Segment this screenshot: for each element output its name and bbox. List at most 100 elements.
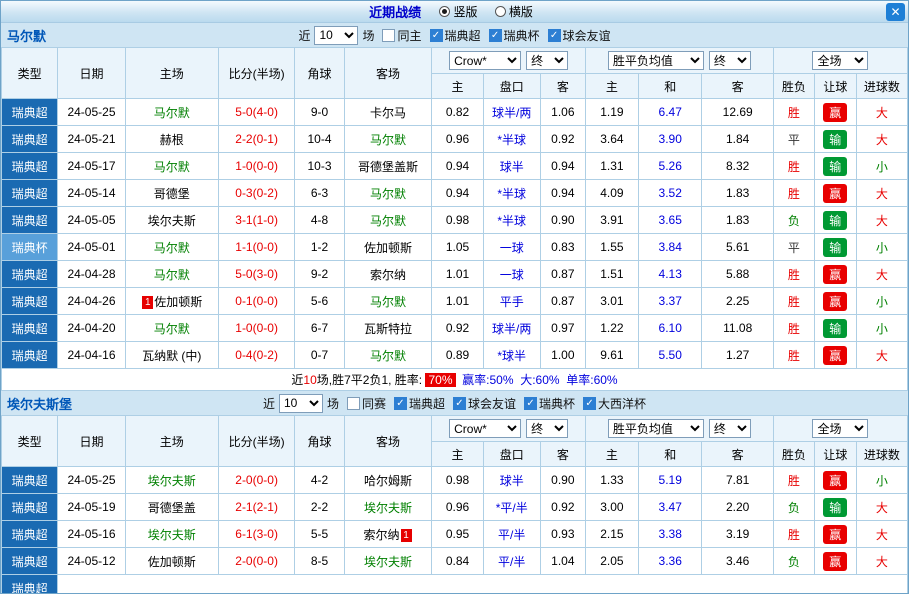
match-row: 瑞典超 24-05-19 哥德堡盖 2-1(2-1) 2-2 埃尔夫斯 0.96… [2,494,908,521]
filter-option[interactable]: 大西洋杯 [583,395,646,412]
date-cell: 24-05-17 [58,153,125,180]
summary-count: 10 [303,373,316,387]
match-count-select[interactable]: 10 [279,394,323,413]
checkbox-icon[interactable] [489,29,502,42]
handicap-result-badge: 输 [823,157,847,176]
checkbox-icon[interactable] [453,397,466,410]
away-team-cell: 埃尔夫斯 [344,494,432,521]
fullmatch-select[interactable]: 全场 [812,51,868,70]
checkbox-icon[interactable] [583,397,596,410]
checkbox-icon[interactable] [394,397,407,410]
score-cell: 2-2(0-1) [218,126,295,153]
checkbox-icon[interactable] [524,397,537,410]
match-row: 瑞典超 24-05-25 马尔默 5-0(4-0) 9-0 卡尔马 0.82 球… [2,99,908,126]
checkbox-icon[interactable] [430,29,443,42]
red-card-icon: 1 [142,296,153,309]
filter-option-label: 瑞典杯 [539,395,575,412]
subheader-cell: 和 [639,74,702,99]
filter-option[interactable]: 同主 [382,27,421,44]
result-cell: 负 [773,548,814,575]
col-home: 主场 [125,416,218,467]
avg-select[interactable]: 胜平负均值 [608,51,704,70]
close-icon[interactable]: ✕ [886,3,905,21]
team-label: 马尔默 [154,268,190,282]
match-row: 瑞典杯 24-05-01 马尔默 1-1(0-0) 1-2 佐加顿斯 1.05 … [2,234,908,261]
filter-option[interactable]: 球会友谊 [548,27,611,44]
handicap-result-badge: 输 [823,130,847,149]
bookmaker-final-select[interactable]: 终 [526,51,568,70]
bookmaker-header-cell: Crow* 终 [432,48,585,74]
filter-option[interactable]: 瑞典超 [430,27,481,44]
checkbox-icon[interactable] [347,397,360,410]
summary-stat: 赢率:50% [462,373,513,387]
bookmaker-select[interactable]: Crow* [449,51,521,70]
titlebar-center: 近期战绩 竖版 横版 [369,2,540,21]
handicap-result-badge: 输 [823,498,847,517]
handicap-result-badge: 输 [823,211,847,230]
bookmaker-select[interactable]: Crow* [449,419,521,438]
avg-select[interactable]: 胜平负均值 [608,419,704,438]
avg-win-cell: 1.19 [585,99,638,126]
subheader-cell: 客 [702,442,774,467]
handicap-result-cell: 输 [814,315,856,342]
result-cell: 胜 [773,261,814,288]
subheader-cell: 胜负 [773,74,814,99]
summary-row: 近10场,胜7平2负1, 胜率: 70% 赢率:50% 大:60% 单率:60% [2,369,908,391]
filter-option[interactable]: 同赛 [347,395,386,412]
col-away: 客场 [344,48,432,99]
filter-option[interactable]: 球会友谊 [453,395,516,412]
games-label: 场 [362,27,374,44]
col-away: 客场 [344,416,432,467]
sections-container: 马尔默 近 10 场 同主瑞典超瑞典杯球会友谊 类型 日期 主场 比分(半场) … [1,23,908,594]
team-label: 马尔默 [370,133,406,147]
league-cell: 瑞典超 [2,521,58,548]
avg-lose-cell: 1.83 [702,180,774,207]
match-count-select[interactable]: 10 [314,26,358,45]
avg-final-select[interactable]: 终 [709,51,751,70]
filter-option[interactable]: 瑞典杯 [524,395,575,412]
odds-home-cell: 0.89 [432,342,483,369]
avg-final-select[interactable]: 终 [709,419,751,438]
avg-win-cell: 3.64 [585,126,638,153]
team-label: 马尔默 [370,349,406,363]
radio-horizontal-layout[interactable]: 横版 [495,3,533,20]
league-cell: 瑞典超 [2,548,58,575]
match-row: 瑞典超 24-04-26 1佐加顿斯 0-1(0-0) 5-6 马尔默 1.01… [2,288,908,315]
checkbox-icon[interactable] [382,29,395,42]
handicap-result-cell: 赢 [814,342,856,369]
checkbox-icon[interactable] [548,29,561,42]
date-cell: 24-05-14 [58,180,125,207]
away-team-cell: 索尔纳1 [344,521,432,548]
odds-away-cell: 0.92 [540,126,585,153]
odds-away-cell: 0.90 [540,467,585,494]
avg-draw-cell: 3.84 [639,234,702,261]
filter-bar: 近 10 场 同赛瑞典超球会友谊瑞典杯大西洋杯 [107,394,802,413]
fullmatch-select[interactable]: 全场 [812,419,868,438]
radio-unselected-icon[interactable] [495,6,506,17]
filter-option-label: 瑞典杯 [504,27,540,44]
bookmaker-final-select[interactable]: 终 [526,419,568,438]
subheader-cell: 盘口 [483,442,540,467]
handicap-result-cell: 赢 [814,261,856,288]
handicap-result-badge: 赢 [823,552,847,571]
avg-win-cell: 1.55 [585,234,638,261]
handicap-result-badge: 赢 [823,292,847,311]
league-cell: 瑞典超 [2,467,58,494]
team-label: 赫根 [160,133,184,147]
result-cell: 胜 [773,153,814,180]
filter-option[interactable]: 瑞典超 [394,395,445,412]
team-label: 埃尔夫斯 [148,474,196,488]
subheader-cell: 让球 [814,74,856,99]
handicap-result-cell: 输 [814,207,856,234]
near-label: 近 [263,395,275,412]
radio-selected-icon[interactable] [439,6,450,17]
radio-vertical-layout[interactable]: 竖版 [439,3,477,20]
filter-option[interactable]: 瑞典杯 [489,27,540,44]
subheader-cell: 客 [702,74,774,99]
corners-cell: 10-4 [295,126,344,153]
away-team-cell: 瓦斯特拉 [344,315,432,342]
odds-away-cell: 0.97 [540,315,585,342]
score-cell: 2-0(0-0) [218,548,295,575]
odds-home-cell: 0.95 [432,521,483,548]
corners-cell: 9-2 [295,261,344,288]
